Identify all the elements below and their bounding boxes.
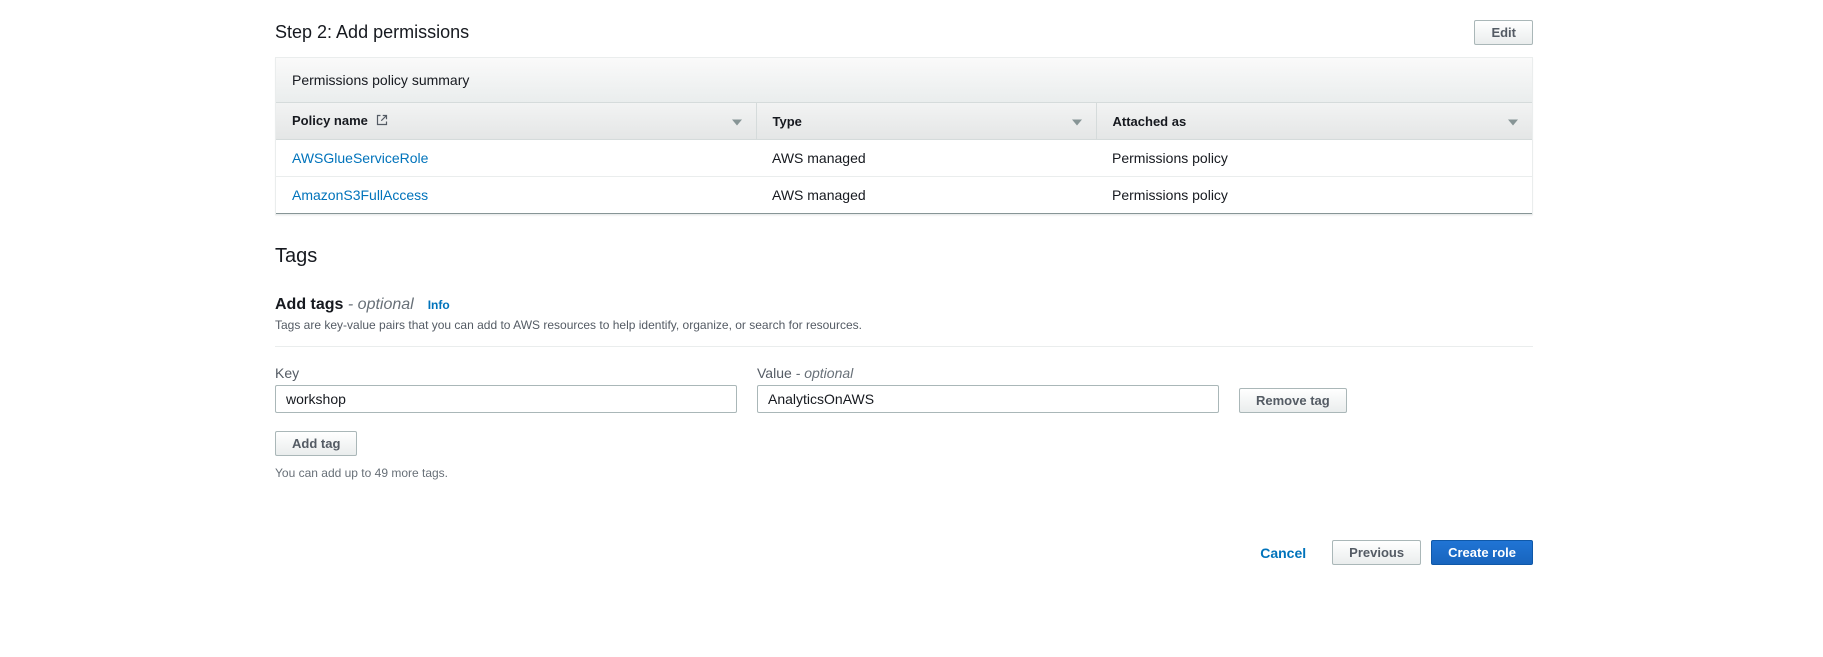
tags-heading: Tags bbox=[275, 245, 1533, 268]
col-policy-name[interactable]: Policy name bbox=[276, 103, 756, 140]
policy-name-link[interactable]: AWSGlueServiceRole bbox=[292, 150, 428, 166]
add-tag-button[interactable]: Add tag bbox=[275, 431, 357, 456]
table-row: AmazonS3FullAccess AWS managed Permissio… bbox=[276, 177, 1532, 214]
optional-text: - optional bbox=[343, 296, 413, 313]
col-type[interactable]: Type bbox=[756, 103, 1096, 140]
policy-type-cell: AWS managed bbox=[756, 177, 1096, 214]
sort-icon[interactable] bbox=[732, 114, 742, 129]
cancel-button[interactable]: Cancel bbox=[1244, 541, 1322, 565]
create-role-button[interactable]: Create role bbox=[1431, 540, 1533, 565]
step-title: Step 2: Add permissions bbox=[275, 22, 469, 43]
sort-icon[interactable] bbox=[1508, 114, 1518, 129]
permissions-policy-panel: Permissions policy summary Policy name bbox=[275, 57, 1533, 215]
previous-button[interactable]: Previous bbox=[1332, 540, 1421, 565]
policy-type-cell: AWS managed bbox=[756, 140, 1096, 177]
col-type-label: Type bbox=[773, 114, 802, 129]
policy-name-link[interactable]: AmazonS3FullAccess bbox=[292, 187, 428, 203]
value-label: Value - optional bbox=[757, 365, 1219, 381]
sort-icon[interactable] bbox=[1072, 114, 1082, 129]
external-link-icon bbox=[376, 114, 388, 129]
value-label-text: Value bbox=[757, 365, 792, 381]
tags-description: Tags are key-value pairs that you can ad… bbox=[275, 318, 1533, 332]
col-policy-name-label: Policy name bbox=[292, 113, 368, 128]
value-optional-text: - optional bbox=[792, 365, 853, 381]
key-label: Key bbox=[275, 365, 737, 381]
col-attached-label: Attached as bbox=[1113, 114, 1187, 129]
col-attached[interactable]: Attached as bbox=[1096, 103, 1532, 140]
tag-value-input[interactable] bbox=[757, 385, 1219, 413]
add-tags-text: Add tags bbox=[275, 296, 343, 313]
tag-row: Key Value - optional Remove tag bbox=[275, 365, 1533, 413]
remove-tag-button[interactable]: Remove tag bbox=[1239, 388, 1347, 413]
policy-table: Policy name Type bbox=[276, 103, 1532, 214]
table-row: AWSGlueServiceRole AWS managed Permissio… bbox=[276, 140, 1532, 177]
add-tags-label: Add tags - optional bbox=[275, 296, 414, 314]
policy-attached-cell: Permissions policy bbox=[1096, 140, 1532, 177]
info-link[interactable]: Info bbox=[428, 298, 450, 312]
tags-limit-text: You can add up to 49 more tags. bbox=[275, 466, 1533, 480]
policy-attached-cell: Permissions policy bbox=[1096, 177, 1532, 214]
footer-actions: Cancel Previous Create role bbox=[275, 540, 1533, 565]
policy-summary-header: Permissions policy summary bbox=[276, 58, 1532, 103]
tag-key-input[interactable] bbox=[275, 385, 737, 413]
divider bbox=[275, 346, 1533, 347]
edit-button[interactable]: Edit bbox=[1474, 20, 1533, 45]
